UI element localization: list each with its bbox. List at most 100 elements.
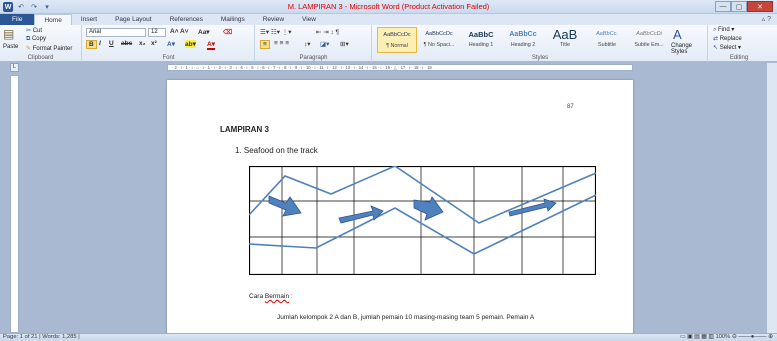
font-color-icon[interactable]: A▾	[207, 40, 215, 50]
tab-mailings[interactable]: Mailings	[212, 14, 254, 25]
select-button[interactable]: ↖ Select ▾	[713, 44, 741, 51]
style-no-spacing[interactable]: AaBbCcDc ¶ No Spaci...	[419, 27, 459, 53]
clipboard-group: ▤ Paste ✂ Cut ⧉ Copy ✎ Format Painter Cl…	[0, 25, 82, 62]
brush-icon: ✎	[26, 46, 32, 52]
style-name: Subtitle	[598, 42, 616, 48]
binoculars-icon: ⌕	[713, 27, 717, 33]
editing-group: ⌕ Find ▾ ⇄ Replace ↖ Select ▾ Editing	[709, 25, 769, 62]
grow-font-button[interactable]: A˄ A˅	[170, 28, 189, 35]
bullets-icon[interactable]: ☰▾ ☷▾ ⋮▾	[260, 28, 292, 36]
style-normal[interactable]: AaBbCcDc ¶ Normal	[377, 27, 417, 53]
cut-button[interactable]: ✂ Cut	[26, 27, 42, 34]
format-painter-button[interactable]: ✎ Format Painter	[26, 45, 72, 52]
shading-icon[interactable]: ◪▾	[320, 40, 329, 48]
cursor-icon: ↖	[713, 45, 719, 51]
paragraph-group: ☰▾ ☷▾ ⋮▾ ⇤ ⇥ ↕ ¶ ≡ ≡ ≡ ≡ ↕▾ ◪▾ ⊞▾ Paragr…	[256, 25, 372, 62]
minimize-button[interactable]: —	[715, 1, 731, 12]
paste-icon[interactable]: ▤	[3, 27, 14, 41]
borders-icon[interactable]: ⊞▾	[340, 40, 349, 48]
paragraph-label: Paragraph	[299, 55, 328, 61]
styles-label: Styles	[531, 55, 549, 61]
select-label: Select	[719, 45, 737, 51]
ribbon-tabs: File Home Insert Page Layout References …	[0, 14, 777, 25]
tab-selector-icon[interactable]: L	[10, 63, 19, 72]
align-left-icon[interactable]: ≡	[260, 40, 270, 49]
style-name: Title	[560, 42, 570, 48]
tab-view[interactable]: View	[293, 14, 325, 25]
paste-button[interactable]: Paste	[3, 44, 18, 50]
change-case-button[interactable]: Aa▾	[198, 28, 210, 36]
style-name: Heading 2	[510, 42, 536, 48]
close-button[interactable]: ✕	[747, 1, 773, 12]
font-label: Font	[162, 55, 175, 61]
copy-label: Copy	[31, 36, 46, 42]
track-diagram[interactable]	[249, 166, 596, 275]
tab-file[interactable]: File	[0, 14, 35, 25]
zoom-control[interactable]: ▭ ▣ ▤ ▦ ▥ 100% ⊖ ───●─── ⊕	[680, 334, 773, 341]
font-size-select[interactable]: 12	[148, 28, 166, 37]
tab-references[interactable]: References	[161, 14, 212, 25]
replace-button[interactable]: ⇄ Replace	[713, 35, 742, 42]
format-painter-label: Format Painter	[32, 46, 73, 52]
tab-home[interactable]: Home	[34, 14, 72, 25]
cara-prefix: Cara	[249, 293, 265, 300]
replace-label: Replace	[719, 36, 742, 42]
document-page[interactable]: 87 LAMPIRAN 3 1. Seafood on the track Ca…	[167, 80, 633, 336]
tab-page-layout[interactable]: Page Layout	[106, 14, 161, 25]
subscript-button[interactable]: x₂	[139, 40, 146, 47]
title-bar: W ↶ ↷ ▾ M. LAMPIRAN 3 - Microsoft Word (…	[0, 0, 777, 14]
style-preview: AaBbCcDc	[383, 32, 411, 38]
highlight-icon[interactable]: ab▾	[185, 40, 196, 48]
text-effects-icon[interactable]: A▾	[167, 40, 175, 48]
cara-suffix: :	[289, 293, 293, 300]
vertical-scrollbar[interactable]	[766, 63, 777, 333]
replace-icon: ⇄	[713, 36, 719, 42]
clipboard-label: Clipboard	[27, 55, 54, 61]
style-preview: AaBbCcDi	[636, 31, 662, 37]
align-icons[interactable]: ≡ ≡ ≡	[274, 40, 289, 47]
window-title: M. LAMPIRAN 3 - Microsoft Word (Product …	[287, 2, 490, 11]
superscript-button[interactable]: x²	[151, 40, 157, 47]
font-group: Arial 12 A˄ A˅ Aa▾ ⌫ B I U abc x₂ x² A▾ …	[83, 25, 255, 62]
status-bar: Page: 1 of 21 | Words: 1,285 | ▭ ▣ ▤ ▦ ▥…	[0, 333, 777, 341]
style-subtitle[interactable]: AaBbCc. Subtitle	[587, 27, 627, 53]
italic-button[interactable]: I	[99, 40, 101, 47]
list-item: 1. Seafood on the track	[235, 146, 318, 155]
style-title[interactable]: AaB Title	[545, 27, 585, 53]
style-heading-1[interactable]: AaBbC Heading 1	[461, 27, 501, 53]
font-family-select[interactable]: Arial	[86, 28, 146, 37]
horizontal-ruler[interactable]: · 2 · ı · 1 · ı · ⌂ · ı · 1 · ı · 2 · ı …	[167, 64, 633, 71]
find-button[interactable]: ⌕ Find ▾	[713, 26, 734, 34]
style-name: ¶ Normal	[386, 43, 408, 49]
line-spacing-icon[interactable]: ↕▾	[304, 40, 311, 48]
clear-format-icon[interactable]: ⌫	[223, 28, 232, 36]
style-preview: AaBbCc	[509, 31, 537, 38]
style-preview: AaB	[552, 27, 578, 42]
change-styles-button[interactable]: Change Styles	[671, 43, 705, 55]
style-name: ¶ No Spaci...	[423, 42, 455, 48]
strikethrough-button[interactable]: abc	[121, 40, 132, 47]
view-icons[interactable]: ▭ ▣ ▤ ▦ ▥	[680, 334, 715, 340]
tab-insert[interactable]: Insert	[72, 14, 106, 25]
cut-label: Cut	[32, 28, 43, 34]
indent-icon[interactable]: ⇤ ⇥ ↕ ¶	[316, 28, 339, 36]
copy-icon: ⧉	[26, 36, 31, 42]
cara-bermain-line: Cara Bermain :	[249, 293, 293, 300]
vertical-ruler[interactable]	[10, 75, 19, 333]
style-preview: AaBbCcDc	[425, 31, 453, 37]
style-heading-2[interactable]: AaBbCc Heading 2	[503, 27, 543, 53]
copy-button[interactable]: ⧉ Copy	[26, 36, 46, 43]
help-icon[interactable]: ▵ ?	[762, 15, 771, 23]
editing-label: Editing	[729, 55, 749, 61]
zoom-slider[interactable]: ⊖ ───●─── ⊕	[732, 334, 773, 340]
underline-button[interactable]: U	[109, 40, 114, 47]
styles-group: AaBbCcDc ¶ Normal AaBbCcDc ¶ No Spaci... A…	[373, 25, 708, 62]
scissors-icon: ✂	[26, 28, 32, 34]
page-word-count: Page: 1 of 21 | Words: 1,285 |	[3, 334, 80, 340]
style-subtle-emphasis[interactable]: AaBbCcDi Subtle Em...	[629, 27, 669, 53]
bold-button[interactable]: B	[86, 40, 97, 49]
change-styles-icon[interactable]: A	[673, 27, 682, 42]
style-preview: AaBbC	[468, 30, 494, 39]
tab-review[interactable]: Review	[254, 14, 293, 25]
maximize-button[interactable]: ▢	[731, 1, 747, 12]
